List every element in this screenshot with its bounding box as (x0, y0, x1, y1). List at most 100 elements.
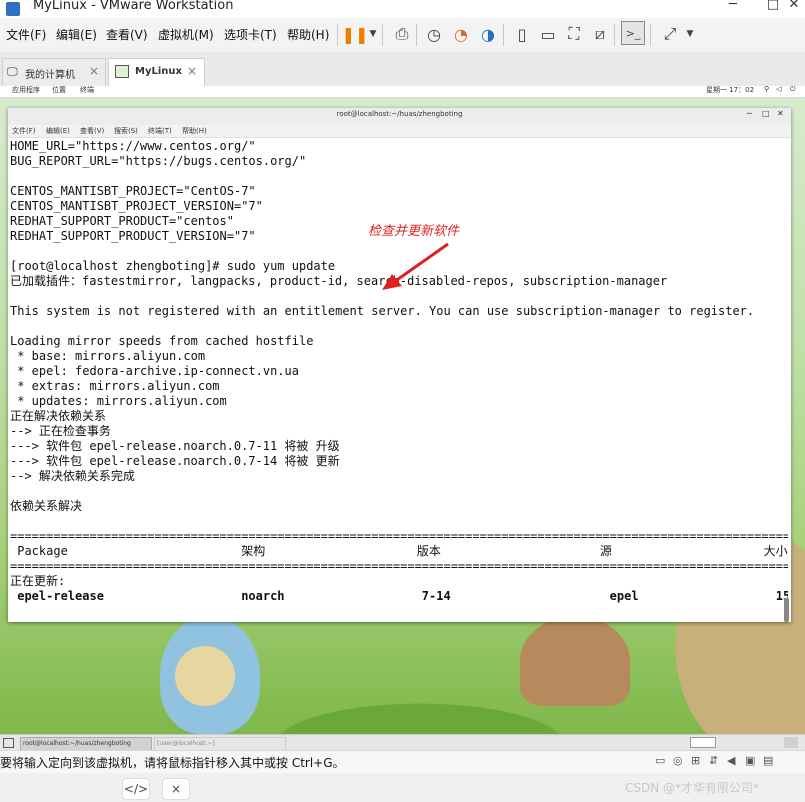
terminal-line: ---> 软件包 epel-release.noarch.0.7-11 将被 升… (10, 439, 340, 453)
menu-view[interactable]: 查看(V) (106, 26, 148, 43)
terminal-line: epel-release noarch 7-14 epel 15 k (10, 589, 788, 603)
network-icon[interactable]: ⚲ (764, 86, 769, 93)
power-icon[interactable]: ⏻ (790, 86, 796, 94)
taskbar-item-label: root@localhost:~/huas/zhengboting (23, 740, 131, 747)
places-menu[interactable]: 位置 (52, 86, 66, 95)
applications-menu[interactable]: 应用程序 (12, 86, 40, 95)
vm-display[interactable]: 应用程序 位置 终端 星期一 17：02 ⚲ ◁ ⏻ root@localhos… (0, 86, 805, 734)
terminal-line: 正在解决依赖关系 (10, 409, 107, 423)
terminal-window[interactable]: root@localhost:~/huas/zhengboting ─ □ ✕ … (8, 108, 791, 622)
manage-snapshots-icon[interactable]: ◑ (475, 21, 501, 47)
hard-disk-icon[interactable]: ▭ (655, 754, 665, 767)
taskbar-item-terminal[interactable]: root@localhost:~/huas/zhengboting (20, 737, 152, 751)
menu-file[interactable]: 文件(F) (6, 26, 46, 43)
terminal-scrollbar[interactable] (784, 138, 790, 622)
sidebar-icon[interactable]: ▯ (509, 21, 535, 47)
scrollbar-thumb[interactable] (784, 598, 789, 622)
vmware-logo-icon (6, 2, 20, 16)
message-icon[interactable]: ▤ (763, 754, 773, 767)
terminal-line: * extras: mirrors.aliyun.com (10, 379, 220, 393)
terminal-line: --> 解决依赖关系完成 (10, 469, 135, 483)
menu-vm[interactable]: 虚拟机(M) (158, 26, 214, 43)
show-desktop-icon[interactable] (3, 738, 14, 748)
terminal-menu-help[interactable]: 帮助(H) (182, 126, 207, 136)
bottom-strip: </> × CSDN @*才华有限公司* (0, 773, 805, 802)
usb-icon[interactable]: ⇵ (709, 754, 718, 767)
status-message: 要将输入定向到该虚拟机，请将鼠标指针移入其中或按 Ctrl+G。 (0, 756, 345, 770)
minimize-button[interactable]: ─ (723, 0, 743, 12)
tab-label: MyLinux (135, 66, 182, 77)
terminal-maximize-button[interactable]: □ (762, 109, 770, 118)
close-icon[interactable]: × (89, 64, 99, 78)
terminal-line: * base: mirrors.aliyun.com (10, 349, 206, 363)
stretch-dropdown-icon[interactable]: ▼ (677, 21, 703, 47)
snapshot-icon[interactable]: ◷ (421, 21, 447, 47)
terminal-line: This system is not registered with an en… (10, 304, 755, 318)
tab-label: 我的计算机 (25, 70, 75, 81)
terminal-title: root@localhost:~/huas/zhengboting (336, 110, 463, 118)
guest-taskbar: root@localhost:~/huas/zhengboting [user@… (0, 734, 805, 751)
terminal-menu-file[interactable]: 文件(F) (12, 126, 36, 136)
menu-tabs[interactable]: 选项卡(T) (224, 26, 277, 43)
status-bar: 要将输入定向到该虚拟机，请将鼠标指针移入其中或按 Ctrl+G。 ▭ ◎ ⊞ ⇵… (0, 750, 805, 773)
terminal-menu[interactable]: 终端 (80, 86, 94, 95)
terminal-menu-edit[interactable]: 编辑(E) (46, 126, 70, 136)
terminal-line: ========================================… (10, 559, 788, 573)
send-keys-icon[interactable]: ⎙ (389, 21, 415, 47)
tab-mylinux[interactable]: MyLinux × (108, 58, 205, 86)
toolbar-separator (503, 24, 504, 46)
network-adapter-icon[interactable]: ⊞ (691, 754, 700, 767)
unity-icon[interactable]: ⧄ (587, 21, 613, 47)
terminal-text: HOME_URL="https://www.centos.org/" BUG_RE… (10, 139, 788, 604)
close-icon[interactable]: × (187, 64, 197, 78)
vm-icon (115, 65, 129, 78)
terminal-line: HOME_URL="https://www.centos.org/" (10, 139, 256, 153)
terminal-line: Package 架构 版本 源 大小 (10, 544, 788, 558)
terminal-line: --> 正在检查事务 (10, 424, 111, 438)
toolbar-separator (416, 24, 417, 46)
toolbar-separator (650, 24, 651, 46)
terminal-line: 正在更新: (10, 574, 66, 588)
taskbar-item-label: [user@localhost:~] (157, 740, 215, 747)
terminal-line: * updates: mirrors.aliyun.com (10, 394, 227, 408)
terminal-line: CENTOS_MANTISBT_PROJECT="CentOS-7" (10, 184, 256, 198)
maximize-button[interactable]: □ (763, 0, 783, 12)
terminal-line: * epel: fedora-archive.ip-connect.vn.ua (10, 364, 299, 378)
terminal-menu-view[interactable]: 查看(V) (80, 126, 104, 136)
display-icon[interactable]: ▣ (745, 754, 755, 767)
close-button[interactable]: × (162, 778, 190, 800)
console-view-icon[interactable]: ▭ (535, 21, 561, 47)
sound-icon[interactable]: ◀ (727, 754, 735, 767)
terminal-icon[interactable]: >_ (621, 21, 645, 45)
menu-help[interactable]: 帮助(H) (287, 26, 329, 43)
cd-dvd-icon[interactable]: ◎ (673, 754, 683, 767)
terminal-line: BUG_REPORT_URL="https://bugs.centos.org/… (10, 154, 307, 168)
terminal-menu-terminal[interactable]: 终端(T) (148, 126, 172, 136)
clock[interactable]: 星期一 17：02 (706, 86, 754, 95)
terminal-minimize-button[interactable]: ─ (747, 109, 752, 118)
revert-snapshot-icon[interactable]: ◔ (448, 21, 474, 47)
workspace-indicator[interactable] (784, 737, 798, 748)
volume-icon[interactable]: ◁ (776, 86, 781, 93)
toolbar-separator (337, 24, 338, 46)
terminal-line: ========================================… (10, 529, 788, 543)
window-titlebar: MyLinux - VMware Workstation ─ □ ✕ (0, 0, 805, 18)
terminal-output[interactable]: HOME_URL="https://www.centos.org/" BUG_RE… (10, 139, 788, 621)
toolbar-separator (614, 24, 615, 46)
terminal-close-button[interactable]: ✕ (777, 109, 784, 118)
taskbar-item-user-terminal[interactable]: [user@localhost:~] (154, 737, 286, 751)
gnome-top-bar: 应用程序 位置 终端 星期一 17：02 ⚲ ◁ ⏻ (0, 86, 805, 98)
terminal-menu-bar: 文件(F) 编辑(E) 查看(V) 搜索(S) 终端(T) 帮助(H) (8, 125, 791, 138)
tab-my-computer[interactable]: 🖵 我的计算机 × (2, 58, 106, 86)
menu-edit[interactable]: 编辑(E) (56, 26, 97, 43)
terminal-menu-search[interactable]: 搜索(S) (114, 126, 138, 136)
workspace-switcher[interactable] (690, 737, 716, 748)
tab-bar: 🖵 我的计算机 × MyLinux × (0, 52, 805, 87)
code-button[interactable]: </> (122, 778, 150, 800)
close-window-button[interactable]: ✕ (784, 0, 804, 12)
fullscreen-icon[interactable]: ⛶ (561, 21, 587, 47)
